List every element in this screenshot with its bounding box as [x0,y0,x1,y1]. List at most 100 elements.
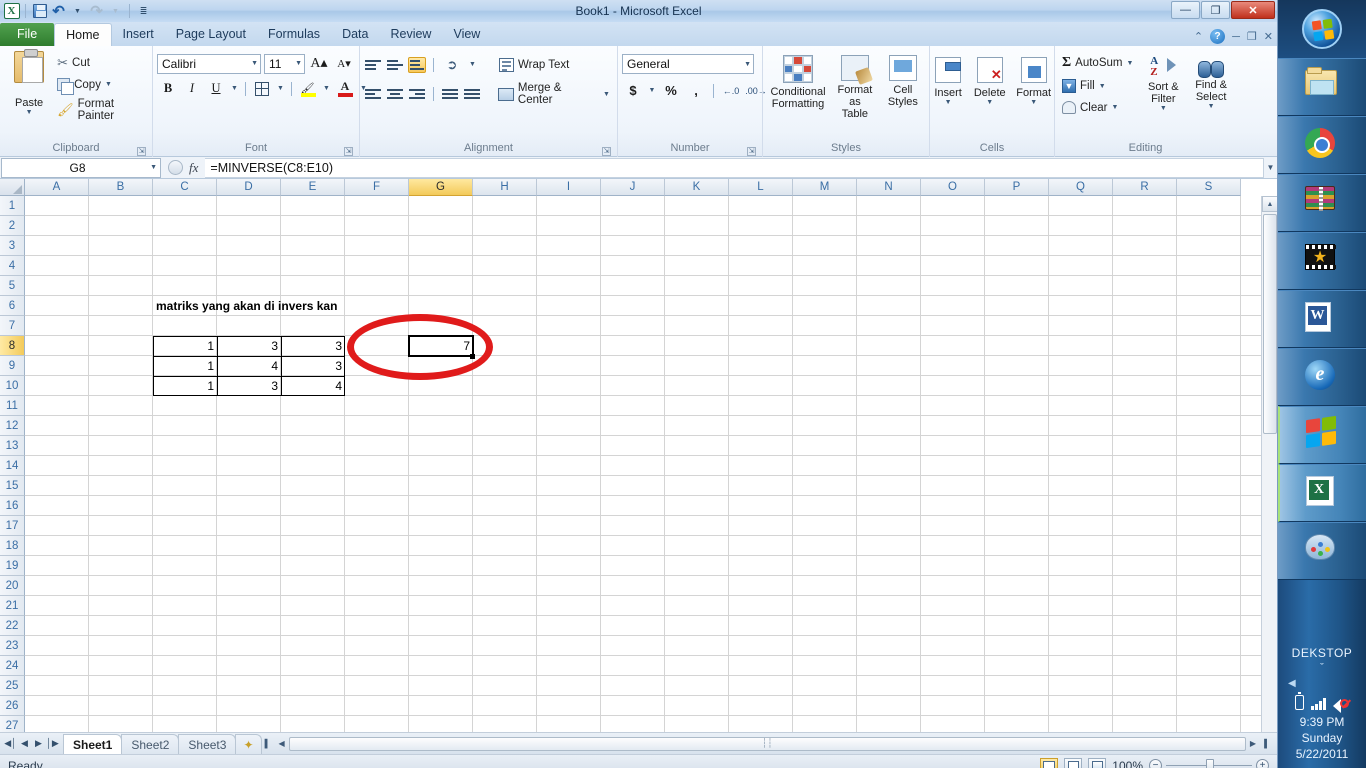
font-color-button[interactable]: A [334,78,356,99]
copy-button[interactable]: Copy ▼ [54,76,148,95]
font-name-dropdown-icon[interactable]: ▼ [251,60,258,67]
top-align-icon[interactable] [364,57,382,73]
column-header-P[interactable]: P [985,179,1049,196]
row-header-22[interactable]: 22 [0,616,25,636]
format-cells-button[interactable]: Format ▼ [1014,55,1054,108]
row-header-27[interactable]: 27 [0,716,25,732]
row-header-9[interactable]: 9 [0,356,25,376]
percent-style-button[interactable]: % [660,80,682,101]
close-workbook-icon[interactable]: ✕ [1264,30,1273,43]
paste-dropdown-icon[interactable]: ▼ [26,109,33,116]
format-painter-button[interactable]: 🖌 Format Painter [54,96,148,124]
copy-dropdown-icon[interactable]: ▼ [105,81,112,88]
orientation-icon[interactable]: ➲ [441,54,463,75]
tab-formulas[interactable]: Formulas [257,23,331,46]
delete-dropdown-icon[interactable]: ▼ [986,99,993,106]
autosum-button[interactable]: Σ AutoSum ▼ [1059,53,1136,73]
insert-worksheet-icon[interactable]: ✦ [235,733,262,754]
row-header-17[interactable]: 17 [0,516,25,536]
autosum-dropdown-icon[interactable]: ▼ [1126,60,1133,67]
zoom-thumb[interactable] [1206,759,1214,768]
sheet-tab-sheet3[interactable]: Sheet3 [178,733,237,754]
first-sheet-button[interactable]: ◀│ [4,738,17,749]
sort-filter-dropdown-icon[interactable]: ▼ [1160,105,1167,112]
column-header-C[interactable]: C [153,179,217,196]
italic-button[interactable]: I [181,78,203,99]
column-header-S[interactable]: S [1177,179,1241,196]
restore-button[interactable]: ❐ [1201,1,1230,19]
taskbar-item-paint[interactable] [1278,522,1366,580]
row-header-1[interactable]: 1 [0,196,25,216]
tab-data[interactable]: Data [331,23,379,46]
underline-button[interactable]: U [205,78,227,99]
column-header-A[interactable]: A [25,179,89,196]
font-size-input[interactable]: 11 ▼ [264,53,305,74]
column-header-M[interactable]: M [793,179,857,196]
tab-review[interactable]: Review [379,23,442,46]
column-header-F[interactable]: F [345,179,409,196]
number-dialog-launcher[interactable]: ⇲ [747,147,756,156]
cell-C6[interactable]: matriks yang akan di invers kan [153,296,340,316]
row-header-15[interactable]: 15 [0,476,25,496]
alignment-dialog-launcher[interactable]: ⇲ [602,147,611,156]
last-sheet-button[interactable]: │▶ [46,738,59,749]
taskbar-item-windows[interactable] [1278,406,1366,464]
increase-indent-icon[interactable] [463,86,481,102]
page-break-view-icon[interactable] [1088,757,1107,768]
sheet-tab-sheet1[interactable]: Sheet1 [63,733,123,754]
tab-insert[interactable]: Insert [112,23,165,46]
middle-align-icon[interactable] [386,57,404,73]
minimize-button[interactable]: — [1171,1,1200,19]
taskbar-item-winrar[interactable] [1278,174,1366,232]
minimize-workbook-icon[interactable]: ─ [1232,31,1240,43]
conditional-formatting-button[interactable]: Conditional Formatting [767,53,829,112]
increase-decimal-icon[interactable]: ←.0 [720,80,742,101]
row-header-16[interactable]: 16 [0,496,25,516]
sheet-tab-sheet2[interactable]: Sheet2 [121,733,180,754]
name-box-dropdown-icon[interactable]: ▼ [150,164,157,171]
vertical-scroll-thumb[interactable] [1263,214,1277,434]
taskbar-item-media-player[interactable]: ★ [1278,232,1366,290]
font-name-input[interactable]: Calibri ▼ [157,53,261,74]
row-header-21[interactable]: 21 [0,596,25,616]
align-center-icon[interactable] [386,86,404,102]
fill-color-button[interactable]: 🖌 [297,78,319,99]
fill-dropdown-icon[interactable]: ▼ [1099,83,1106,90]
hscroll-split-right[interactable]: ▌ [1260,737,1274,751]
scroll-left-button[interactable]: ◀ [275,737,289,751]
insert-cells-button[interactable]: Insert ▼ [930,55,966,108]
taskbar-item-google-chrome[interactable] [1278,116,1366,174]
row-header-10[interactable]: 10 [0,376,25,396]
close-button[interactable]: ✕ [1231,1,1275,19]
column-header-Q[interactable]: Q [1049,179,1113,196]
start-button[interactable] [1278,0,1366,58]
tab-file[interactable]: File [0,23,55,46]
zoom-level[interactable]: 100% [1112,759,1143,768]
spreadsheet-grid[interactable]: ABCDEFGHIJKLMNOPQRS 1 2 3 4 5 6 7 8 9 10 11 12 13 14 1… [0,179,1277,732]
network-signal-icon[interactable] [1311,696,1326,710]
zoom-in-button[interactable]: + [1256,759,1269,768]
decrease-indent-icon[interactable] [441,86,459,102]
number-format-dropdown-icon[interactable]: ▼ [744,61,751,68]
zoom-track[interactable] [1166,759,1252,768]
column-header-N[interactable]: N [857,179,921,196]
prev-sheet-button[interactable]: ◀ [18,738,31,749]
row-header-3[interactable]: 3 [0,236,25,256]
bold-button[interactable]: B [157,78,179,99]
clear-dropdown-icon[interactable]: ▼ [1111,104,1118,111]
column-header-D[interactable]: D [217,179,281,196]
row-header-13[interactable]: 13 [0,436,25,456]
accounting-format-button[interactable]: $ [622,80,644,101]
font-size-dropdown-icon[interactable]: ▼ [295,60,302,67]
row-header-25[interactable]: 25 [0,676,25,696]
zoom-slider[interactable]: − + [1149,759,1269,768]
row-header-12[interactable]: 12 [0,416,25,436]
row-header-5[interactable]: 5 [0,276,25,296]
column-header-B[interactable]: B [89,179,153,196]
page-layout-view-icon[interactable] [1064,757,1083,768]
taskbar-item-microsoft-word[interactable] [1278,290,1366,348]
comma-style-button[interactable]: , [685,80,707,101]
row-header-2[interactable]: 2 [0,216,25,236]
merge-center-button[interactable]: Merge & Center ▼ [495,80,613,108]
expand-formula-bar-icon[interactable]: ▼ [1264,163,1277,172]
